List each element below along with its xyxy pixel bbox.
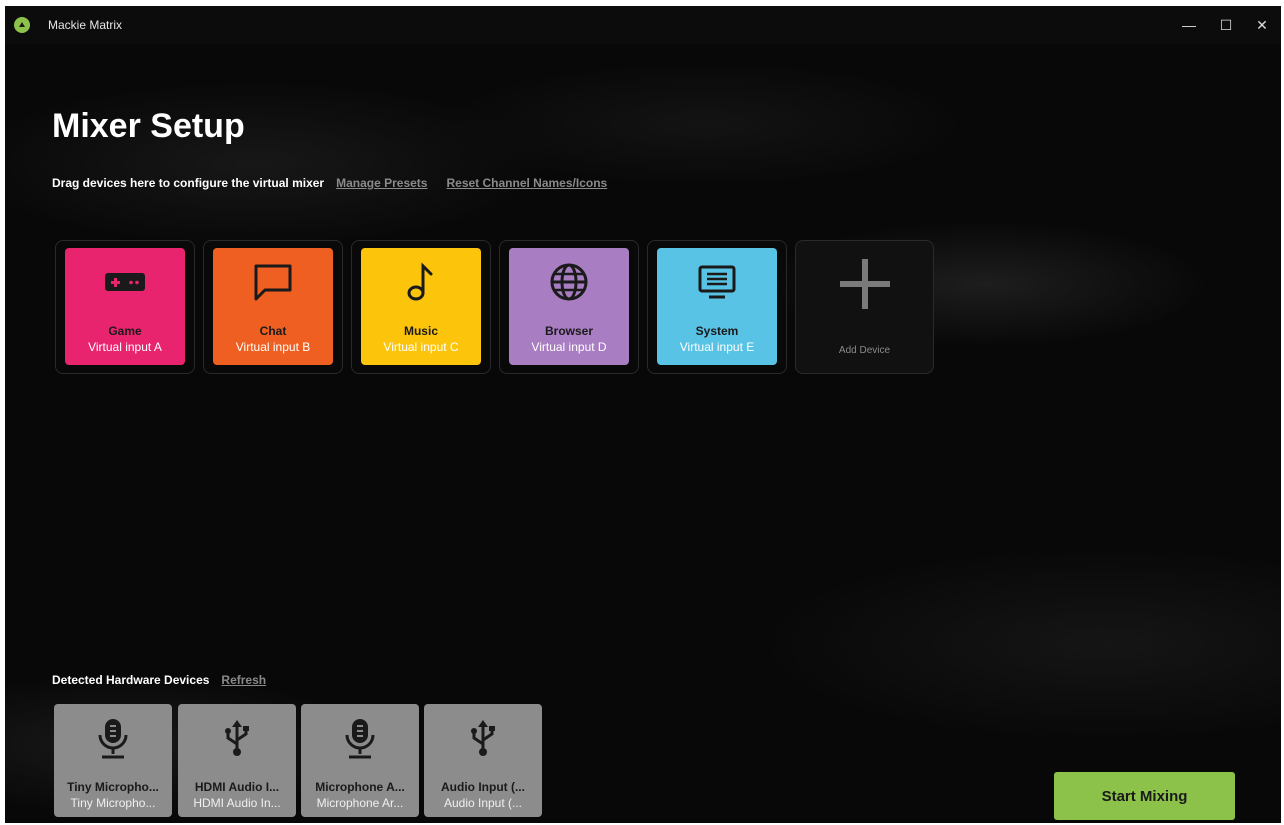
window-title: Mackie Matrix — [48, 18, 123, 32]
chat-bubble-icon — [252, 262, 294, 302]
main-content: Mixer Setup Drag devices here to configu… — [5, 44, 1281, 823]
channel-input: Virtual input C — [383, 340, 459, 354]
title-bar: Mackie Matrix — ☐ ✕ — [5, 6, 1281, 44]
hardware-device-sub: Microphone Ar... — [316, 796, 404, 810]
hardware-device-name: Microphone A... — [315, 780, 405, 794]
channel-slot-music: Music Virtual input C — [351, 240, 491, 374]
start-mixing-button[interactable]: Start Mixing — [1054, 772, 1235, 820]
hardware-device-name: HDMI Audio I... — [194, 780, 280, 794]
maximize-icon: ☐ — [1219, 16, 1233, 33]
maximize-button[interactable]: ☐ — [1208, 12, 1244, 38]
hardware-device-card[interactable]: HDMI Audio I... HDMI Audio In... — [178, 704, 296, 817]
channel-input: Virtual input E — [679, 340, 755, 354]
channel-name: System — [695, 324, 739, 338]
channel-name: Chat — [259, 324, 287, 338]
channel-name: Browser — [544, 324, 594, 338]
channel-slot-browser: Browser Virtual input D — [499, 240, 639, 374]
hardware-device-card[interactable]: Microphone A... Microphone Ar... — [301, 704, 419, 817]
usb-icon — [222, 716, 252, 760]
microphone-icon — [96, 716, 130, 760]
channel-card-music[interactable]: Music Virtual input C — [361, 248, 481, 365]
mackie-logo-icon — [14, 17, 30, 33]
hardware-device-sub: Audio Input (... — [443, 796, 523, 810]
channel-card-game[interactable]: Game Virtual input A — [65, 248, 185, 365]
channel-name: Game — [108, 324, 142, 338]
hardware-device-name: Tiny Micropho... — [67, 780, 159, 794]
channel-card-system[interactable]: System Virtual input E — [657, 248, 777, 365]
minimize-icon: — — [1182, 17, 1196, 33]
close-button[interactable]: ✕ — [1244, 12, 1280, 38]
instruction-row: Drag devices here to configure the virtu… — [52, 176, 626, 190]
minimize-button[interactable]: — — [1171, 12, 1207, 38]
add-device-label: Add Device — [838, 345, 891, 356]
instruction-text: Drag devices here to configure the virtu… — [52, 176, 325, 190]
microphone-icon — [343, 716, 377, 760]
channel-input: Virtual input B — [235, 340, 311, 354]
hardware-title: Detected Hardware Devices — [52, 673, 210, 687]
monitor-icon — [697, 262, 737, 302]
app-window: Mackie Matrix — ☐ ✕ Mixer Setup Drag dev… — [5, 6, 1281, 823]
channel-card-chat[interactable]: Chat Virtual input B — [213, 248, 333, 365]
hardware-device-card[interactable]: Audio Input (... Audio Input (... — [424, 704, 542, 817]
globe-icon — [549, 262, 589, 302]
gamepad-icon — [104, 262, 146, 302]
hardware-device-name: Audio Input (... — [441, 780, 525, 794]
plus-icon — [839, 259, 890, 309]
channel-slot-game: Game Virtual input A — [55, 240, 195, 374]
usb-icon — [468, 716, 498, 760]
page-title: Mixer Setup — [52, 107, 245, 145]
channel-input: Virtual input D — [531, 340, 607, 354]
music-note-icon — [406, 262, 436, 302]
hardware-device-sub: Tiny Micropho... — [70, 796, 156, 810]
hardware-device-card[interactable]: Tiny Micropho... Tiny Micropho... — [54, 704, 172, 817]
add-device-button[interactable]: Add Device — [795, 240, 934, 374]
refresh-link[interactable]: Refresh — [221, 673, 266, 687]
close-icon: ✕ — [1256, 16, 1268, 33]
reset-channel-names-link[interactable]: Reset Channel Names/Icons — [446, 176, 607, 190]
channel-input: Virtual input A — [88, 340, 162, 354]
hardware-header: Detected Hardware Devices Refresh — [52, 673, 285, 687]
channel-card-browser[interactable]: Browser Virtual input D — [509, 248, 629, 365]
hardware-device-sub: HDMI Audio In... — [193, 796, 281, 810]
channel-slot-system: System Virtual input E — [647, 240, 787, 374]
manage-presets-link[interactable]: Manage Presets — [336, 176, 427, 190]
channel-name: Music — [403, 324, 438, 338]
channel-slot-chat: Chat Virtual input B — [203, 240, 343, 374]
